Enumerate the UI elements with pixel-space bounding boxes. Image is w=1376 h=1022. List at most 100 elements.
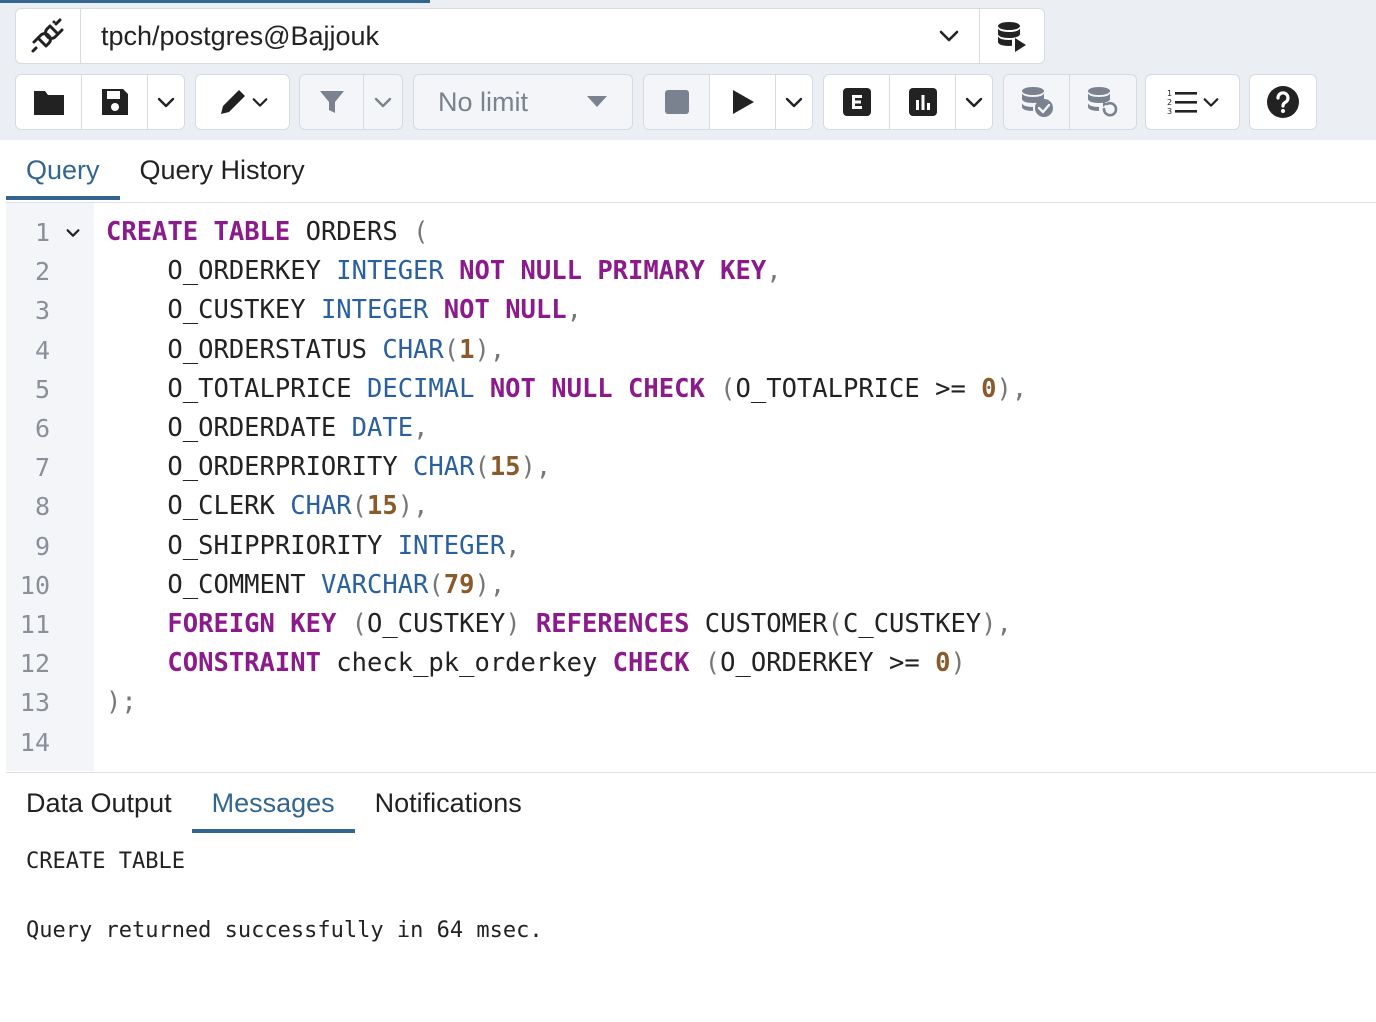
code-text: O_ORDERPRIORITY CHAR(15), [106, 452, 552, 483]
code-text: CREATE TABLE ORDERS ( [106, 217, 429, 247]
code-line: 11 FOREIGN KEY (O_CUSTKEY) REFERENCES CU… [6, 605, 1376, 644]
connection-status-button[interactable] [15, 8, 80, 64]
code-line: 3 O_CUSTKEY INTEGER NOT NULL, [6, 291, 1376, 330]
line-number: 11 [19, 610, 50, 639]
code-line: 8 O_CLERK CHAR(15), [6, 487, 1376, 526]
line-number: 13 [19, 688, 50, 718]
macros-button-group: 1 2 3 [1145, 74, 1240, 130]
stop-query-button[interactable] [644, 75, 710, 129]
caret-down-icon [562, 95, 632, 109]
code-text: O_CLERK CHAR(15), [106, 491, 429, 522]
database-rollback-icon [1088, 87, 1118, 117]
filter-button-group [299, 74, 403, 130]
code-text: O_TOTALPRICE DECIMAL NOT NULL CHECK (O_T… [106, 373, 1028, 404]
filter-icon [319, 91, 344, 113]
new-connection-button[interactable] [980, 8, 1045, 64]
line-number: 3 [34, 296, 50, 326]
fold-chevron-icon[interactable] [64, 213, 82, 252]
connection-label: tpch/postgres@Bajjouk [101, 20, 380, 51]
tab-data-output[interactable]: Data Output [6, 773, 192, 833]
explain-button-group [823, 74, 993, 130]
code-text: O_ORDERDATE DATE, [106, 413, 429, 443]
messages-panel: CREATE TABLE Query returned successfully… [6, 835, 1376, 1022]
open-file-button[interactable] [16, 75, 82, 129]
help-button[interactable] [1250, 75, 1316, 129]
folder-icon [33, 91, 64, 115]
explain-e-icon [842, 88, 871, 116]
code-line: 9 O_SHIPPRIORITY INTEGER, [6, 527, 1376, 566]
active-panel-indicator [0, 0, 430, 3]
ordered-list-icon: 1 2 3 [1167, 89, 1197, 116]
chevron-down-icon [157, 97, 175, 108]
line-number: 5 [34, 374, 50, 404]
row-limit-label: No limit [438, 86, 529, 117]
code-line: 12 CONSTRAINT check_pk_orderkey CHECK (O… [6, 644, 1376, 683]
query-tool-header: tpch/postgres@Bajjouk No limit 1 2 3 [0, 0, 1376, 140]
code-text: FOREIGN KEY (O_CUSTKEY) REFERENCES CUSTO… [167, 609, 1012, 639]
tab-notifications[interactable]: Notifications [355, 773, 542, 833]
save-file-button[interactable] [82, 75, 148, 129]
chevron-down-icon [785, 97, 803, 108]
database-check-icon [1021, 87, 1053, 117]
help-button-group [1249, 74, 1317, 130]
filter-button[interactable] [300, 75, 364, 129]
explain-analyze-button[interactable] [890, 75, 956, 129]
tab-messages[interactable]: Messages [191, 773, 355, 833]
rollback-button[interactable] [1070, 75, 1136, 129]
line-number: 4 [34, 335, 50, 365]
chevron-down-icon [919, 24, 979, 48]
explain-button[interactable] [824, 75, 890, 129]
tab-query[interactable]: Query [6, 140, 120, 200]
line-number: 2 [34, 257, 50, 287]
sql-editor[interactable]: 1 CREATE TABLE ORDERS ( 2 O_ORDERKEY INTEG… [6, 203, 1376, 771]
message-result: Query returned successfully in 64 msec. [26, 918, 543, 943]
line-number: 7 [34, 453, 50, 483]
save-icon [101, 89, 128, 115]
code-text: ); [106, 687, 137, 718]
save-options-dropdown[interactable] [148, 75, 184, 129]
line-number: 12 [19, 649, 50, 679]
tab-query-history[interactable]: Query History [120, 140, 325, 200]
code-line: 4 O_ORDERSTATUS CHAR(1), [6, 331, 1376, 370]
code-line: 5 O_TOTALPRICE DECIMAL NOT NULL CHECK (O… [6, 370, 1376, 409]
chevron-down-icon [965, 97, 983, 108]
result-tabs: Data Output Messages Notifications [6, 772, 1376, 836]
code-text: O_ORDERKEY INTEGER NOT NULL PRIMARY KEY, [106, 256, 782, 287]
line-number: 8 [34, 492, 50, 522]
connection-select[interactable]: tpch/postgres@Bajjouk [80, 8, 980, 64]
svg-text:3: 3 [1167, 107, 1172, 116]
pencil-icon [220, 90, 245, 114]
line-number: 6 [34, 414, 50, 443]
stop-icon [664, 90, 689, 114]
bar-chart-icon [908, 88, 937, 116]
line-number: 1 [34, 218, 50, 247]
code-line: 1 CREATE TABLE ORDERS ( [6, 213, 1376, 252]
help-circle-icon [1267, 86, 1299, 118]
transaction-button-group [1003, 74, 1137, 130]
play-icon [732, 90, 754, 114]
explain-options-dropdown[interactable] [956, 75, 992, 129]
code-line: 7 O_ORDERPRIORITY CHAR(15), [6, 448, 1376, 487]
macros-menu-button[interactable]: 1 2 3 [1146, 75, 1239, 129]
execute-query-button[interactable] [710, 75, 776, 129]
code-text: O_CUSTKEY INTEGER NOT NULL, [106, 295, 582, 326]
svg-text:1: 1 [1167, 89, 1172, 98]
chevron-down-icon [252, 98, 267, 107]
code-line: 6 O_ORDERDATE DATE, [6, 409, 1376, 448]
execute-button-group [643, 74, 813, 130]
row-limit-select[interactable]: No limit [413, 74, 633, 130]
edit-menu-button[interactable] [196, 75, 289, 129]
filter-options-dropdown[interactable] [364, 75, 402, 129]
code-text: CONSTRAINT check_pk_orderkey CHECK (O_OR… [167, 648, 966, 679]
edit-button-group [195, 74, 290, 130]
commit-button[interactable] [1004, 75, 1070, 129]
execute-options-dropdown[interactable] [776, 75, 812, 129]
plug-disconnected-icon [31, 18, 64, 53]
message-status: CREATE TABLE [26, 849, 185, 874]
code-text: O_COMMENT VARCHAR(79), [106, 569, 506, 600]
line-number: 9 [34, 531, 50, 561]
chevron-down-icon [1203, 98, 1218, 107]
code-line: 14 [6, 723, 1376, 762]
line-number: 14 [19, 727, 50, 757]
code-text: O_SHIPPRIORITY INTEGER, [106, 530, 521, 561]
